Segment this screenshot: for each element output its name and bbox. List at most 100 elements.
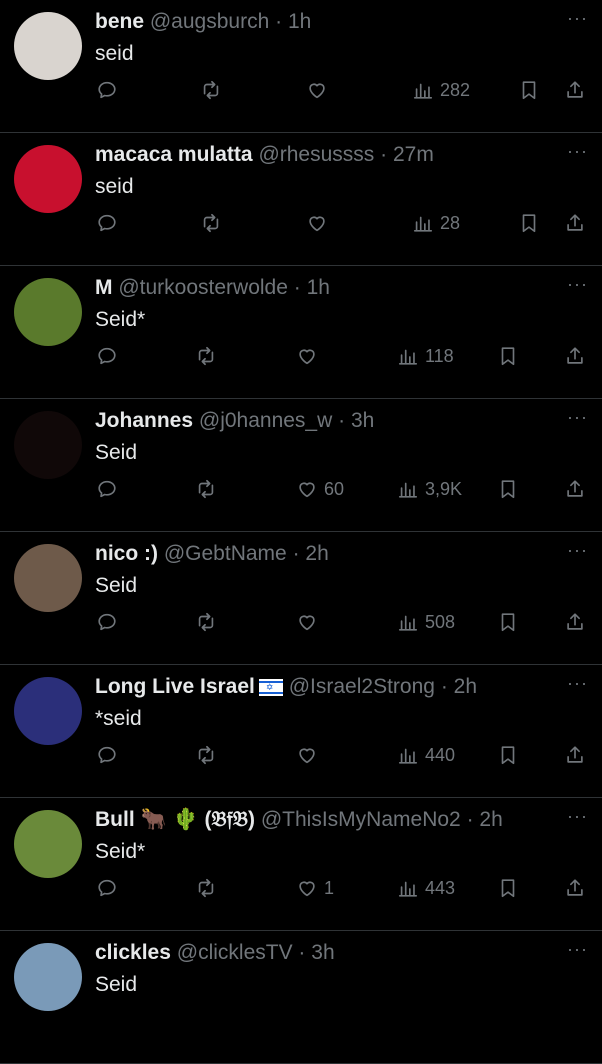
timestamp[interactable]: 1h [307,276,330,299]
timestamp[interactable]: 2h [305,542,328,565]
israel-flag-icon: ✡ [258,678,283,696]
more-options-icon[interactable]: ··· [567,939,588,960]
reply-button[interactable] [96,469,124,509]
like-button[interactable]: 1 [296,868,334,908]
like-button[interactable] [296,735,324,775]
like-button[interactable] [306,70,334,110]
view-count: 282 [440,79,471,100]
views-button[interactable]: 282 [412,70,470,110]
reply-button[interactable] [96,735,124,775]
action-bar: 440 [0,735,602,775]
reply-icon [98,480,116,498]
retweet-button[interactable] [195,336,223,376]
handle[interactable]: @Israel2Strong [289,675,435,698]
like-button[interactable] [296,602,324,642]
retweet-button[interactable] [200,70,228,110]
tweet[interactable]: Bull 🐂 🌵 (𝔅𝔣𝔅) @ThisIsMyNameNo2 · 2h Sei… [0,798,602,931]
reply-button[interactable] [96,70,124,110]
reply-button[interactable] [96,868,124,908]
display-name[interactable]: Bull 🐂 🌵 (𝔅𝔣𝔅) [95,808,255,831]
more-options-icon[interactable]: ··· [567,540,588,561]
more-options-icon[interactable]: ··· [567,806,588,827]
tweet[interactable]: Johannes @j0hannes_w · 3h Seid ··· 60 3,… [0,399,602,532]
views-button[interactable]: 28 [412,203,460,243]
bookmark-button[interactable] [518,70,540,110]
more-options-icon[interactable]: ··· [567,673,588,694]
views-button[interactable]: 508 [397,602,455,642]
display-name[interactable]: M [95,276,113,299]
timestamp[interactable]: 3h [311,941,334,964]
more-options-icon[interactable]: ··· [567,141,588,162]
share-button[interactable] [564,70,586,110]
retweet-button[interactable] [195,868,223,908]
like-button[interactable]: 60 [296,469,344,509]
handle[interactable]: @GebtName [164,542,287,565]
timestamp[interactable]: 2h [479,808,502,831]
views-icon [413,83,433,99]
display-name[interactable]: Long Live Israel [95,675,255,698]
retweet-button[interactable] [195,469,223,509]
views-button[interactable]: 3,9K [397,469,462,509]
timestamp[interactable]: 2h [454,675,477,698]
views-button[interactable]: 443 [397,868,455,908]
bookmark-button[interactable] [497,735,519,775]
display-name[interactable]: bene [95,10,144,33]
views-button[interactable]: 118 [397,336,454,376]
reply-button[interactable] [96,336,124,376]
reply-button[interactable] [96,602,124,642]
tweet-text: Seid [95,441,138,464]
share-button[interactable] [564,203,586,243]
share-button[interactable] [564,336,586,376]
share-button[interactable] [564,868,586,908]
tweet[interactable]: macaca mulatta @rhesussss · 27m seid ···… [0,133,602,266]
bookmark-button[interactable] [497,336,519,376]
display-name[interactable]: clickles [95,941,171,964]
share-icon [567,879,583,896]
handle[interactable]: @clicklesTV [177,941,293,964]
more-options-icon[interactable]: ··· [567,8,588,29]
separator-dot: · [275,10,283,33]
timestamp[interactable]: 1h [288,10,311,33]
bookmark-button[interactable] [497,469,519,509]
share-icon [567,347,583,364]
like-button[interactable] [306,203,334,243]
handle[interactable]: @augsburch [150,10,269,33]
timestamp[interactable]: 27m [393,143,434,166]
handle[interactable]: @j0hannes_w [199,409,332,432]
more-options-icon[interactable]: ··· [567,274,588,295]
more-options-icon[interactable]: ··· [567,407,588,428]
retweet-button[interactable] [200,203,228,243]
like-button[interactable] [296,336,324,376]
avatar[interactable] [14,943,82,1011]
bookmark-icon [522,214,536,233]
share-button[interactable] [564,469,586,509]
bookmark-button[interactable] [497,602,519,642]
retweet-button[interactable] [195,735,223,775]
share-button[interactable] [564,735,586,775]
tweet[interactable]: clickles @clicklesTV · 3h Seid ··· [0,931,602,1064]
tweet[interactable]: Long Live Israel ✡ @Israel2Strong · 2h *s… [0,665,602,798]
retweet-icon [203,80,219,100]
tweet[interactable]: M @turkoosterwolde · 1h Seid* ··· 118 [0,266,602,399]
retweet-button[interactable] [195,602,223,642]
bookmark-button[interactable] [497,868,519,908]
handle[interactable]: @ThisIsMyNameNo2 [261,808,461,831]
tweet[interactable]: nico :) @GebtName · 2h Seid ··· 508 [0,532,602,665]
display-name[interactable]: nico :) [95,542,158,565]
share-button[interactable] [564,602,586,642]
share-icon [567,81,583,98]
bookmark-button[interactable] [518,203,540,243]
heart-icon [299,615,315,631]
display-name[interactable]: macaca mulatta [95,143,253,166]
view-count: 118 [425,345,454,366]
handle[interactable]: @turkoosterwolde [118,276,288,299]
retweet-icon [198,346,214,366]
reply-button[interactable] [96,203,124,243]
tweet[interactable]: bene @augsburch · 1h seid ··· 282 [0,0,602,133]
retweet-icon [203,213,219,233]
display-name[interactable]: Johannes [95,409,193,432]
views-button[interactable]: 440 [397,735,455,775]
tweet-header: Long Live Israel ✡ @Israel2Strong · 2h [95,673,477,701]
handle[interactable]: @rhesussss [258,143,374,166]
timestamp[interactable]: 3h [351,409,374,432]
